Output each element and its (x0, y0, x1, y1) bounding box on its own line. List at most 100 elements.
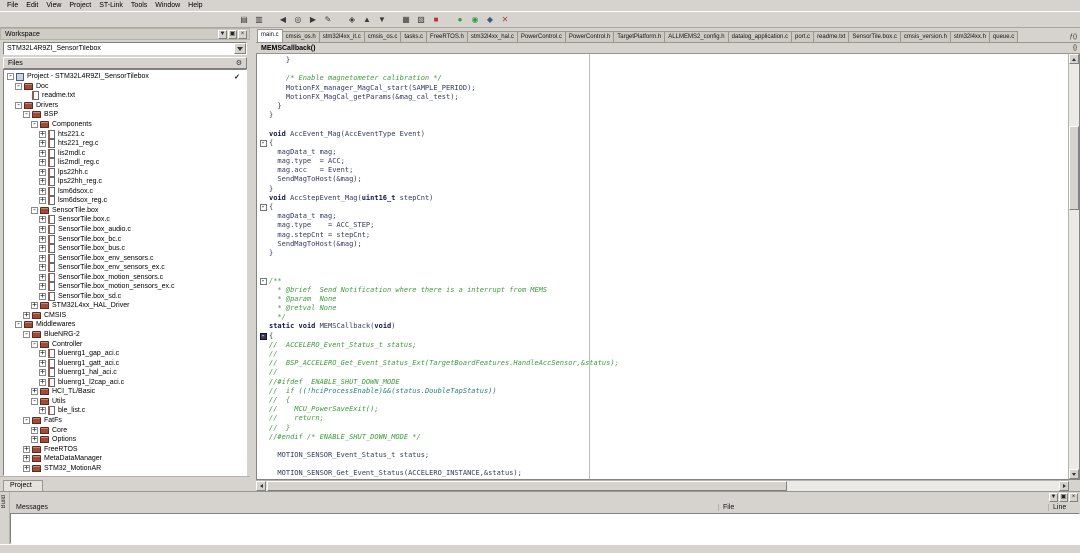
expand-icon[interactable]: + (39, 129, 46, 138)
tree-item[interactable]: + SensorTile.box_audio.c (4, 225, 246, 235)
files-column-header[interactable]: Files ⚙ (3, 57, 247, 69)
code-line[interactable]: * @retval None (257, 304, 1068, 313)
expand-icon[interactable]: + (31, 301, 38, 310)
tree-item[interactable]: - Drivers (4, 100, 246, 111)
expand-icon[interactable]: + (39, 263, 46, 272)
editor-tab-cmsis-os-c[interactable]: cmsis_os.c (364, 31, 402, 42)
editor-tab-powercontrol-h[interactable]: PowerControl.h (565, 31, 615, 42)
gear-icon[interactable]: ⚙ (236, 59, 242, 67)
tree-item[interactable]: - Middlewares (4, 320, 246, 330)
collapse-icon[interactable]: - (31, 339, 38, 348)
window-menu-icon[interactable]: ▼ (1049, 493, 1058, 502)
editor-tab-allmems2-config-h[interactable]: ALLMEMS2_config.h (665, 31, 729, 42)
menu-item-help[interactable]: Help (184, 2, 206, 9)
code-line[interactable] (257, 442, 1068, 451)
collapse-icon[interactable]: - (31, 205, 38, 214)
expand-icon[interactable]: + (39, 215, 46, 224)
expand-icon[interactable]: + (39, 139, 46, 148)
expand-icon[interactable]: + (39, 349, 46, 358)
fold-marker-icon[interactable]: - (259, 203, 267, 212)
tree-item[interactable]: + SensorTile.box_sd.c (4, 291, 246, 302)
stop-debug-icon[interactable]: ✕ (498, 13, 512, 26)
tree-item[interactable]: + FreeRTOS (4, 444, 246, 454)
editor-tab-cmsis-version-h[interactable]: cmsis_version.h (900, 31, 951, 42)
expand-icon[interactable]: + (31, 425, 38, 434)
dock-window-icon[interactable]: ▣ (1059, 493, 1068, 502)
code-line[interactable]: //#ifdef ENABLE_SHUT_DOWN_MODE (257, 378, 1068, 387)
tab-build[interactable]: Build (0, 492, 10, 544)
code-line[interactable]: // (257, 368, 1068, 377)
expand-icon[interactable]: + (23, 310, 30, 319)
tree-item[interactable]: - BSP (4, 110, 246, 120)
code-lines[interactable]: } /* Enable magnetometer calibration */ … (257, 54, 1068, 479)
tree-item[interactable]: - Components (4, 120, 246, 130)
menu-item-edit[interactable]: Edit (22, 2, 42, 9)
menu-item-project[interactable]: Project (65, 2, 95, 9)
expand-icon[interactable]: + (39, 406, 46, 415)
tab-project[interactable]: Project (3, 480, 43, 491)
scroll-up-icon[interactable] (1069, 54, 1079, 64)
code-line[interactable]: mag.type = ACC; (257, 157, 1068, 166)
tree-item[interactable]: readme.txt (4, 91, 246, 101)
menu-item-window[interactable]: Window (151, 2, 184, 9)
code-line[interactable]: SendMagToHost(&mag); (257, 240, 1068, 249)
scroll-left-icon[interactable] (256, 481, 266, 491)
code-line[interactable]: static void MEMSCallback(void) (257, 322, 1068, 331)
collapse-icon[interactable]: - (15, 320, 22, 329)
code-line[interactable]: // { (257, 396, 1068, 405)
save-all-icon[interactable]: ▥ (252, 13, 266, 26)
code-line[interactable] (257, 65, 1068, 74)
expand-icon[interactable]: + (39, 377, 46, 386)
close-window-icon[interactable]: × (1069, 493, 1078, 502)
code-line[interactable]: // return; (257, 414, 1068, 423)
code-line[interactable]: MOTION_SENSOR_Event_Status_t status; (257, 451, 1068, 460)
editor-tab-targetplatform-h[interactable]: TargetPlatform.h (614, 31, 666, 42)
code-line[interactable]: // MCU_PowerSaveExit(); (257, 405, 1068, 414)
editor-tab-cmsis-os-h[interactable]: cmsis_os.h (282, 31, 320, 42)
editor-tab-stm32l4xx-h[interactable]: stm32l4xx.h (950, 31, 990, 42)
code-line[interactable]: //#endif /* ENABLE_SHUT_DOWN_MODE */ (257, 433, 1068, 442)
fold-marker-icon[interactable]: - (259, 331, 267, 340)
dock-window-icon[interactable]: ▣ (228, 29, 237, 39)
editor-tab-freertos-h[interactable]: FreeRTOS.h (427, 31, 468, 42)
expand-icon[interactable]: + (39, 358, 46, 367)
vertical-scrollbar[interactable] (1068, 54, 1079, 479)
code-line[interactable]: } (257, 56, 1068, 65)
code-line[interactable]: mag.acc = Event; (257, 166, 1068, 175)
expand-icon[interactable]: + (39, 225, 46, 234)
code-line[interactable]: */ (257, 313, 1068, 322)
tree-item[interactable]: + ble_list.c (4, 406, 246, 416)
make-icon[interactable]: ▦ (399, 13, 413, 26)
code-line[interactable] (257, 120, 1068, 129)
code-editor[interactable]: } /* Enable magnetometer calibration */ … (256, 54, 1080, 480)
editor-tab-readme-txt[interactable]: readme.txt (814, 31, 850, 42)
tree-item[interactable]: + CMSIS (4, 310, 246, 321)
code-line[interactable]: // (257, 350, 1068, 359)
workspace-tree[interactable]: - Project - STM32L4R9ZI_SensorTilebox ✓ - Do… (3, 69, 247, 476)
collapse-icon[interactable]: - (31, 396, 38, 405)
expand-icon[interactable]: + (39, 148, 46, 157)
expand-icon[interactable]: + (39, 272, 46, 281)
tree-item[interactable]: + bluenrg1_gap_aci.c (4, 349, 246, 359)
editor-tab-powercontrol-c[interactable]: PowerControl.c (517, 31, 566, 42)
expand-icon[interactable]: + (31, 435, 38, 444)
code-line[interactable]: MotionFX_manager_MagCal_start(SAMPLE_PER… (257, 84, 1068, 93)
code-line[interactable]: mag.stepCnt = stepCnt; (257, 231, 1068, 240)
tree-item[interactable]: - FatFs (4, 415, 246, 426)
editor-tab-stm32l4xx-hal-c[interactable]: stm32l4xx_hal.c (467, 31, 518, 42)
tree-item[interactable]: + HCI_TL/Basic (4, 387, 246, 397)
expand-icon[interactable]: + (23, 454, 30, 463)
tree-item[interactable]: + lsm6dsox_reg.c (4, 196, 246, 206)
expand-icon[interactable]: + (39, 291, 46, 300)
code-line[interactable]: -{ (257, 138, 1068, 148)
code-line[interactable] (257, 258, 1068, 267)
editor-tab-queue-c[interactable]: queue.c (989, 31, 1019, 42)
tree-item[interactable]: - Doc (4, 81, 246, 92)
expand-icon[interactable]: + (39, 177, 46, 186)
collapse-icon[interactable]: - (15, 100, 22, 109)
code-line[interactable]: -/** (257, 276, 1068, 286)
edit-icon[interactable]: ✎ (321, 13, 335, 26)
open-file-icon[interactable]: ▤ (237, 13, 251, 26)
expand-icon[interactable]: + (39, 167, 46, 176)
download-and-debug-icon[interactable]: ● (453, 13, 467, 26)
